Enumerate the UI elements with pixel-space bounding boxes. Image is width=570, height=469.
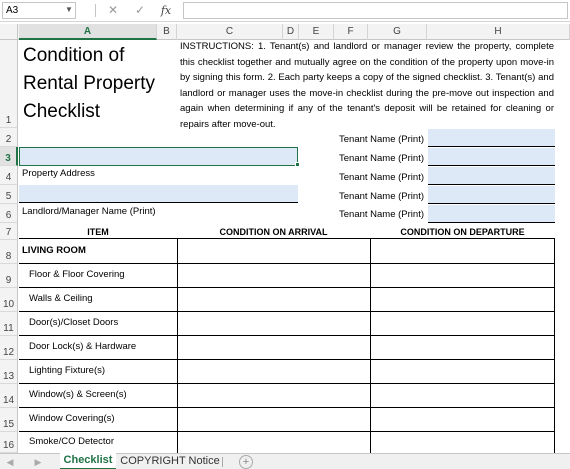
row-border: [19, 287, 555, 288]
add-sheet-icon[interactable]: +: [239, 455, 253, 469]
cancel-icon[interactable]: ✕: [105, 2, 121, 19]
column-header-b[interactable]: B: [157, 24, 177, 40]
row-header-9[interactable]: 9: [0, 264, 18, 288]
tenant-label-3: Tenant Name (Print): [339, 172, 425, 183]
sheet-tab-bar: ◀ ▶ Checklist COPYRIGHT Notice +: [0, 453, 570, 469]
row-header-7[interactable]: 7: [0, 223, 18, 240]
row-header-11[interactable]: 11: [0, 312, 18, 336]
column-header-bar: A B C D E F G H: [0, 24, 570, 40]
row-header-10[interactable]: 10: [0, 288, 18, 312]
tenant-label-5: Tenant Name (Print): [339, 209, 425, 220]
previous-sheet-icon[interactable]: ◀: [4, 455, 16, 469]
row-header-15[interactable]: 15: [0, 408, 18, 432]
row-header-3[interactable]: 3: [0, 147, 18, 166]
next-sheet-icon[interactable]: ▶: [32, 455, 44, 469]
tenant-name-input-5[interactable]: [428, 205, 555, 223]
row-border: [19, 431, 555, 432]
sheet-title-line-3: Checklist: [23, 101, 101, 122]
tab-checklist[interactable]: Checklist: [60, 453, 116, 469]
list-item: Lighting Fixture(s): [29, 365, 106, 376]
list-item: Window Covering(s): [29, 413, 115, 424]
row-header-6[interactable]: 6: [0, 204, 18, 223]
item-column-header: ITEM: [87, 227, 109, 237]
list-item: Walls & Ceiling: [29, 293, 93, 304]
list-item: Door(s)/Closet Doors: [29, 317, 119, 328]
row-header-2[interactable]: 2: [0, 128, 18, 147]
list-item: Floor & Floor Covering: [29, 269, 125, 280]
row-border: [19, 383, 555, 384]
column-header-a[interactable]: A: [19, 24, 157, 40]
formula-bar: A3 ▼ ✕ ✓ fx: [0, 0, 570, 22]
row-header-14[interactable]: 14: [0, 384, 18, 408]
list-item: Smoke/CO Detector: [29, 436, 114, 447]
row-border: [19, 359, 555, 360]
column-header-d[interactable]: D: [283, 24, 299, 40]
tab-copyright-notice[interactable]: COPYRIGHT Notice: [120, 454, 220, 469]
row-header-4[interactable]: 4: [0, 166, 18, 185]
property-address-label: Property Address: [22, 168, 95, 179]
arrival-left-border: [177, 238, 178, 455]
tenant-name-input-1[interactable]: [428, 129, 555, 147]
property-address-input[interactable]: [19, 147, 298, 166]
tenant-label-2: Tenant Name (Print): [339, 153, 425, 164]
column-header-c[interactable]: C: [177, 24, 283, 40]
row-border: [19, 311, 555, 312]
row-header-1[interactable]: 1: [0, 40, 18, 128]
formula-bar-divider: [95, 4, 96, 17]
section-label: LIVING ROOM: [22, 245, 86, 256]
departure-left-border: [370, 238, 371, 455]
column-header-e[interactable]: E: [299, 24, 334, 40]
table-right-border: [554, 238, 555, 455]
tenant-name-input-3[interactable]: [428, 167, 555, 185]
row-border: [19, 263, 555, 264]
tenant-label-1: Tenant Name (Print): [339, 134, 425, 145]
departure-column-header: CONDITION ON DEPARTURE: [400, 227, 525, 237]
enter-icon[interactable]: ✓: [132, 2, 148, 19]
row-border: [19, 335, 555, 336]
column-header-g[interactable]: G: [368, 24, 427, 40]
landlord-name-label: Landlord/Manager Name (Print): [22, 206, 156, 217]
sheet-title-line-1: Condition of: [23, 45, 125, 66]
tab-divider: [222, 457, 223, 467]
insert-function-icon[interactable]: fx: [158, 2, 174, 19]
row-header-16[interactable]: 16: [0, 432, 18, 453]
spreadsheet-window: A3 ▼ ✕ ✓ fx A B C D E F G H 1 2 3 4 5 6 …: [0, 0, 570, 469]
list-item: Window(s) & Screen(s): [29, 389, 127, 400]
tenant-name-input-2[interactable]: [428, 148, 555, 166]
row-header-12[interactable]: 12: [0, 336, 18, 360]
row-border: [19, 407, 555, 408]
landlord-name-input[interactable]: [19, 185, 298, 203]
list-item: Door Lock(s) & Hardware: [29, 341, 137, 352]
row-header-8[interactable]: 8: [0, 240, 18, 264]
formula-input[interactable]: [183, 2, 568, 19]
sheet-title-line-2: Rental Property: [23, 73, 156, 94]
name-box-dropdown-icon[interactable]: ▼: [64, 2, 74, 17]
fill-handle[interactable]: [295, 162, 300, 167]
column-header-f[interactable]: F: [334, 24, 368, 40]
column-header-h[interactable]: H: [427, 24, 570, 40]
select-all-corner[interactable]: [0, 24, 18, 40]
table-top-border: [19, 238, 555, 239]
tenant-label-4: Tenant Name (Print): [339, 191, 425, 202]
row-header-13[interactable]: 13: [0, 360, 18, 384]
instructions-text: INSTRUCTIONS: 1. Tenant(s) and landlord …: [180, 41, 554, 130]
tenant-name-input-4[interactable]: [428, 186, 555, 204]
row-header-5[interactable]: 5: [0, 185, 18, 204]
arrival-column-header: CONDITION ON ARRIVAL: [219, 227, 328, 237]
